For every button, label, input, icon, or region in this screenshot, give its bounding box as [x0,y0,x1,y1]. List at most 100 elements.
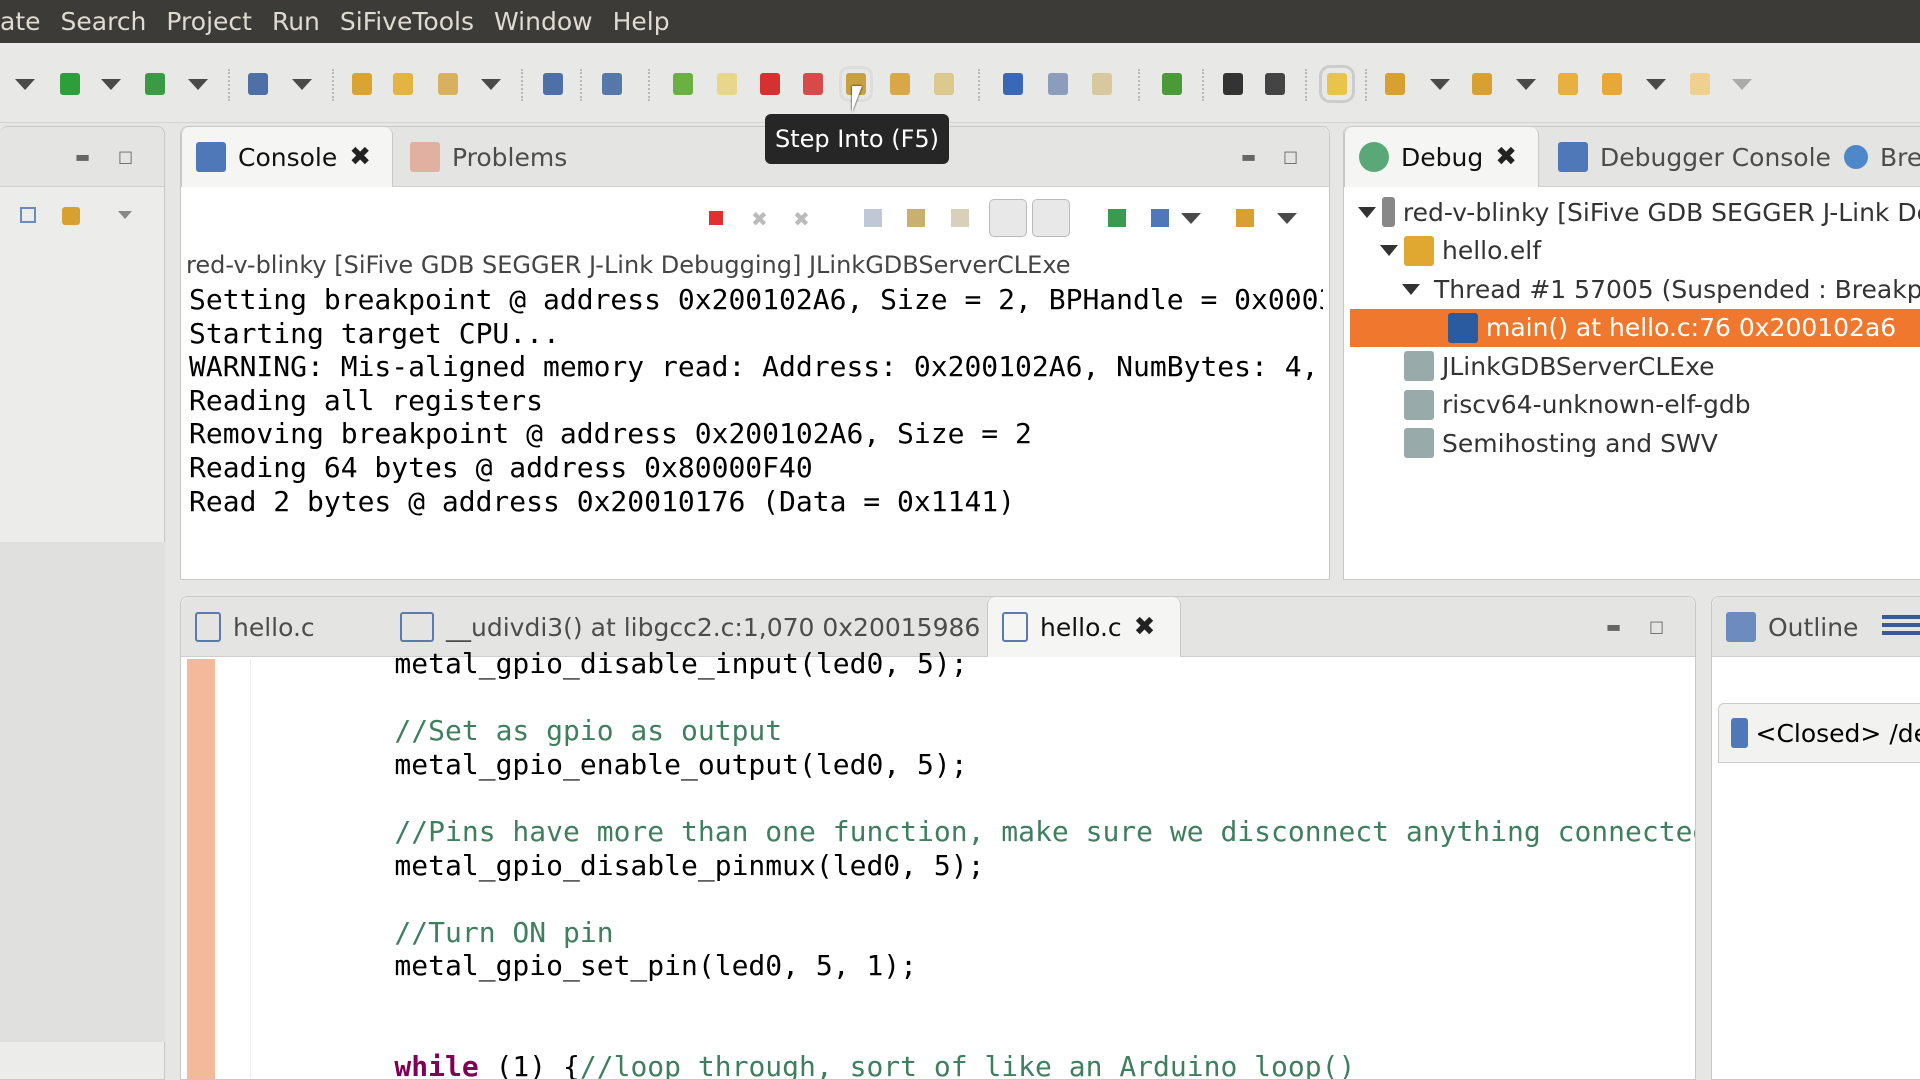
tab-debugger-console[interactable]: Debugger Console [1544,127,1831,187]
dropdown-icon[interactable] [1646,79,1666,90]
restart-icon[interactable] [1162,73,1182,95]
menu-ate[interactable]: ate [0,7,41,36]
reset-icon[interactable] [1223,73,1243,95]
open-console-icon[interactable] [1236,209,1254,227]
step-over-icon[interactable] [890,73,910,95]
view-menu-icon[interactable] [118,211,132,219]
drop-to-frame-icon[interactable] [1048,73,1068,95]
code-text: metal_gpio_disable_pinmux(led0, 5); [327,848,985,882]
prev-annotation-icon[interactable] [1472,73,1492,95]
expand-triangle-icon[interactable] [1380,245,1398,256]
close-icon[interactable]: ✖ [1495,142,1517,172]
external-tools-icon[interactable] [145,73,165,95]
menu-run[interactable]: Run [272,7,320,36]
next-annotation-icon[interactable] [1385,73,1405,95]
expand-triangle-icon[interactable] [1358,206,1376,218]
word-wrap-icon[interactable] [951,209,969,227]
tab-label: Debug [1401,142,1484,172]
dropdown-icon[interactable] [188,79,208,90]
console-tabbar: Console ✖ Problems ▬ □ [181,127,1329,187]
toolbar-separator [580,69,582,101]
forward-icon[interactable] [1690,73,1710,95]
maximize-icon[interactable]: □ [1649,617,1664,636]
menu-search[interactable]: Search [61,7,147,36]
code-editor[interactable]: metal_gpio_disable_input(led0, 5); //Set… [327,647,1695,1079]
remove-launch-icon[interactable]: ✖ [751,207,768,231]
dropdown-icon[interactable] [15,79,35,90]
memory-icon[interactable] [1265,73,1285,95]
remove-all-icon[interactable]: ✖ [793,207,810,231]
debug-tree-item[interactable]: red-v-blinky [SiFive GDB SEGGER J-Link D… [1350,193,1920,231]
view-menu-icon[interactable] [1277,213,1297,224]
highlighter-icon[interactable] [1319,65,1355,103]
scroll-lock-icon[interactable] [907,209,925,227]
menu-sifivetools[interactable]: SiFiveTools [340,7,474,36]
collapse-all-icon[interactable] [20,207,36,223]
clear-console-icon[interactable] [864,209,882,227]
dropdown-icon[interactable] [1732,79,1752,90]
step-return-icon[interactable] [934,73,954,95]
minimize-icon[interactable]: ▬ [75,147,90,166]
menu-help[interactable]: Help [613,7,670,36]
closed-view-item[interactable]: <Closed> /de [1718,703,1920,763]
instruction-step-icon[interactable] [1003,73,1023,95]
debug-tree: red-v-blinky [SiFive GDB SEGGER J-Link D… [1350,193,1920,533]
tab-problems[interactable]: Problems [396,127,567,187]
maximize-icon[interactable]: □ [1283,147,1298,166]
resume-icon[interactable] [673,73,693,95]
skip-breakpoints-icon[interactable] [602,73,622,95]
tab-debug[interactable]: Debug ✖ [1344,127,1539,187]
console-line: Reading 64 bytes @ address 0x80000F40 [189,450,813,484]
close-icon[interactable]: ✖ [349,142,371,172]
show-on-stderr-icon[interactable] [1032,199,1070,237]
process-icon [1404,351,1434,381]
left-panel-content [0,542,165,1042]
show-on-stdout-icon[interactable] [989,199,1027,237]
tab-breakpoints[interactable]: Bre [1830,127,1920,187]
dropdown-icon[interactable] [1181,213,1201,224]
minimize-icon[interactable]: ▬ [1241,147,1256,166]
debug-tree-item[interactable]: Thread #1 57005 (Suspended : Breakpo [1350,270,1920,308]
run-icon[interactable] [60,73,80,95]
open-file-icon[interactable] [393,73,413,95]
more-views-icon[interactable] [1882,615,1920,637]
pencil-icon[interactable] [438,73,458,95]
open-folder-icon[interactable] [352,73,372,95]
maximize-icon[interactable]: □ [118,147,133,166]
dropdown-icon[interactable] [1430,79,1450,90]
pin-console-icon[interactable] [1108,209,1126,227]
minimize-icon[interactable]: ▬ [1606,617,1621,636]
debug-tree-item[interactable]: Semihosting and SWV [1350,424,1920,462]
console-toolbar: ✖ ✖ [181,189,1329,244]
use-step-filters-icon[interactable] [1092,73,1112,95]
tab-label: Outline [1768,612,1859,642]
menu-project[interactable]: Project [166,7,252,36]
dropdown-icon[interactable] [292,79,312,90]
debug-tree-item[interactable]: hello.elf [1350,232,1920,270]
new-console-icon[interactable] [248,73,268,95]
terminate-icon[interactable] [709,211,723,225]
dropdown-icon[interactable] [101,79,121,90]
expand-triangle-icon[interactable] [1402,283,1420,295]
dropdown-icon[interactable] [1516,79,1536,90]
tab-hello-c[interactable]: hello.c [181,597,315,657]
close-icon[interactable]: ✖ [1134,612,1156,642]
tab-console[interactable]: Console ✖ [181,127,393,187]
last-edit-icon[interactable] [1558,73,1578,95]
debug-tree-item[interactable]: riscv64-unknown-elf-gdb [1350,386,1920,424]
back-icon[interactable] [1602,73,1622,95]
link-editor-icon[interactable] [62,207,80,225]
terminate-icon[interactable] [760,73,780,95]
tab-outline[interactable]: Outline [1712,597,1858,657]
tab-label: hello.c [1040,612,1122,642]
debug-tree-item[interactable]: main() at hello.c:76 0x200102a6 [1350,308,1920,347]
monitor-icon[interactable] [543,73,563,95]
stack-frame-icon [1448,312,1478,343]
console-output[interactable]: Setting breakpoint @ address 0x200102A6,… [189,283,1323,518]
dropdown-icon[interactable] [481,79,501,90]
debug-tree-item[interactable]: JLinkGDBServerCLExe [1350,347,1920,385]
menu-window[interactable]: Window [494,7,593,36]
disconnect-icon[interactable] [803,73,823,95]
suspend-icon[interactable] [717,73,737,95]
display-console-icon[interactable] [1151,209,1169,227]
